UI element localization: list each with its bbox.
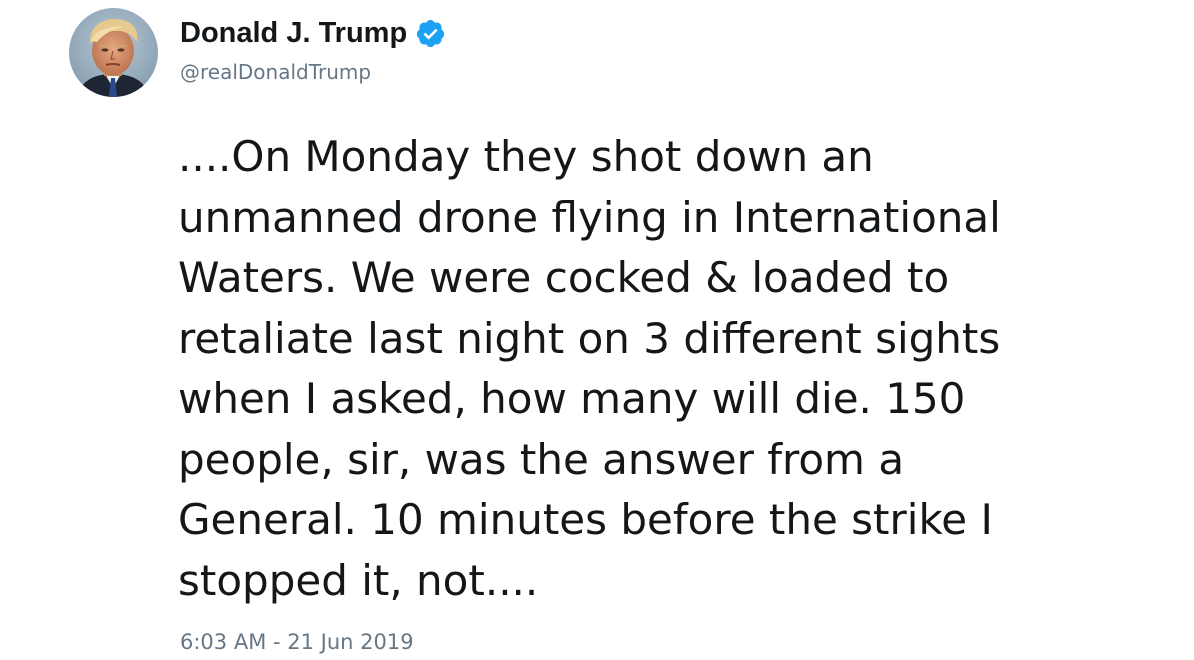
author-handle[interactable]: @realDonaldTrump (180, 60, 371, 84)
tweet-card: Donald J. Trump @realDonaldTrump ....On … (0, 0, 1194, 660)
author-name-row: Donald J. Trump (180, 13, 446, 53)
author-avatar[interactable] (69, 8, 158, 97)
author-display-name[interactable]: Donald J. Trump (180, 17, 407, 50)
tweet-text: ....On Monday they shot down an unmanned… (178, 132, 1001, 605)
profile-photo (69, 8, 158, 97)
verified-badge-icon (415, 18, 446, 49)
tweet-timestamp[interactable]: 6:03 AM - 21 Jun 2019 (180, 630, 414, 654)
